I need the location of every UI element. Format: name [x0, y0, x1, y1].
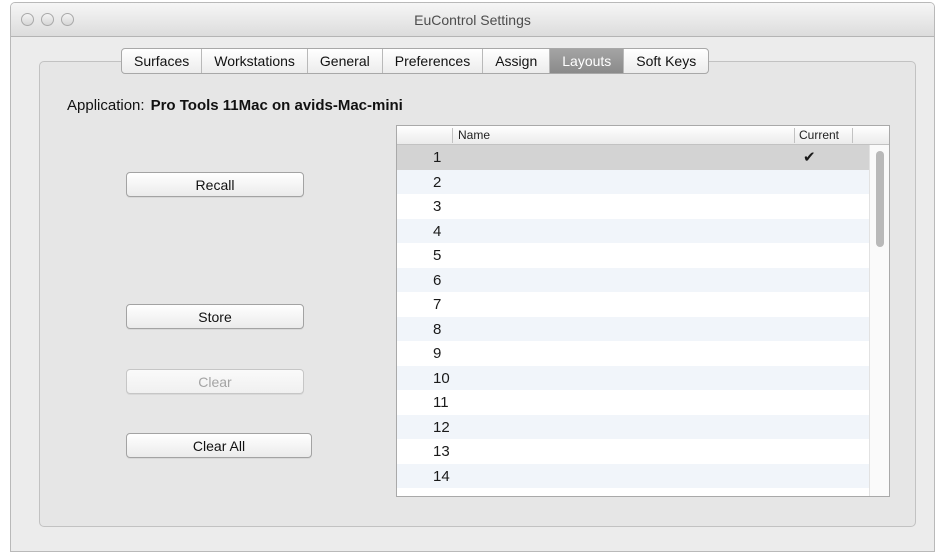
row-number: 2 [433, 173, 442, 191]
row-number: 5 [433, 247, 442, 264]
row-number: 14 [433, 467, 450, 485]
table-row[interactable]: 6 [397, 267, 870, 292]
table-row[interactable]: 1 ✔ [397, 145, 870, 170]
table-row[interactable]: 12 [397, 414, 870, 439]
clear-all-button[interactable]: Clear All [126, 433, 312, 458]
title-bar[interactable]: EuControl Settings [11, 3, 934, 37]
table-row[interactable]: 13 [397, 439, 870, 464]
application-label: Application: [67, 97, 145, 114]
application-value: Pro Tools 11Mac on avids-Mac-mini [150, 97, 403, 114]
table-row[interactable]: 5 [397, 243, 870, 268]
settings-window: EuControl Settings Surfaces Workstations… [10, 2, 935, 552]
column-header-name[interactable]: Name [458, 128, 490, 142]
current-check-icon: ✔ [803, 149, 816, 166]
row-number: 9 [433, 345, 442, 362]
store-button[interactable]: Store [126, 304, 304, 329]
column-separator [452, 128, 453, 143]
window-title: EuControl Settings [414, 12, 531, 28]
row-number: 11 [433, 394, 449, 411]
tab-general[interactable]: General [308, 49, 383, 73]
application-line: Application: Pro Tools 11Mac on avids-Mac… [67, 97, 403, 114]
row-number: 4 [433, 222, 442, 240]
table-row[interactable]: 9 [397, 341, 870, 366]
tab-surfaces[interactable]: Surfaces [122, 49, 203, 73]
row-number: 8 [433, 320, 442, 338]
table-row[interactable]: 7 [397, 292, 870, 317]
row-number: 7 [433, 296, 442, 313]
column-separator [852, 128, 853, 143]
tab-soft-keys[interactable]: Soft Keys [624, 49, 708, 73]
table-row[interactable]: 2 [397, 169, 870, 194]
row-number: 1 [433, 149, 442, 166]
tab-assign[interactable]: Assign [483, 49, 551, 73]
tab-preferences[interactable]: Preferences [383, 49, 484, 73]
vertical-scrollbar[interactable] [869, 145, 889, 496]
table-row[interactable]: 3 [397, 194, 870, 219]
clear-button: Clear [126, 369, 304, 394]
table-body: 1 ✔ 2 3 4 5 6 7 8 9 10 11 12 13 14 [397, 145, 870, 488]
table-row[interactable]: 4 [397, 218, 870, 243]
row-number: 13 [433, 443, 450, 460]
row-number: 10 [433, 369, 450, 387]
table-header: Name Current [397, 126, 889, 145]
table-row[interactable]: 8 [397, 316, 870, 341]
tab-layouts[interactable]: Layouts [550, 49, 625, 73]
row-number: 3 [433, 198, 442, 215]
recall-button[interactable]: Recall [126, 172, 304, 197]
table-row[interactable]: 10 [397, 365, 870, 390]
row-number: 12 [433, 418, 450, 436]
layouts-table[interactable]: Name Current 1 ✔ 2 3 4 5 6 7 8 9 10 11 12… [396, 125, 890, 497]
column-header-current[interactable]: Current [799, 128, 839, 142]
row-number: 6 [433, 271, 442, 289]
scrollbar-thumb[interactable] [876, 151, 884, 247]
table-row[interactable]: 14 [397, 463, 870, 488]
tab-workstations[interactable]: Workstations [202, 49, 308, 73]
column-separator [794, 128, 795, 143]
table-row[interactable]: 11 [397, 390, 870, 415]
tab-bar: Surfaces Workstations General Preference… [121, 48, 710, 74]
